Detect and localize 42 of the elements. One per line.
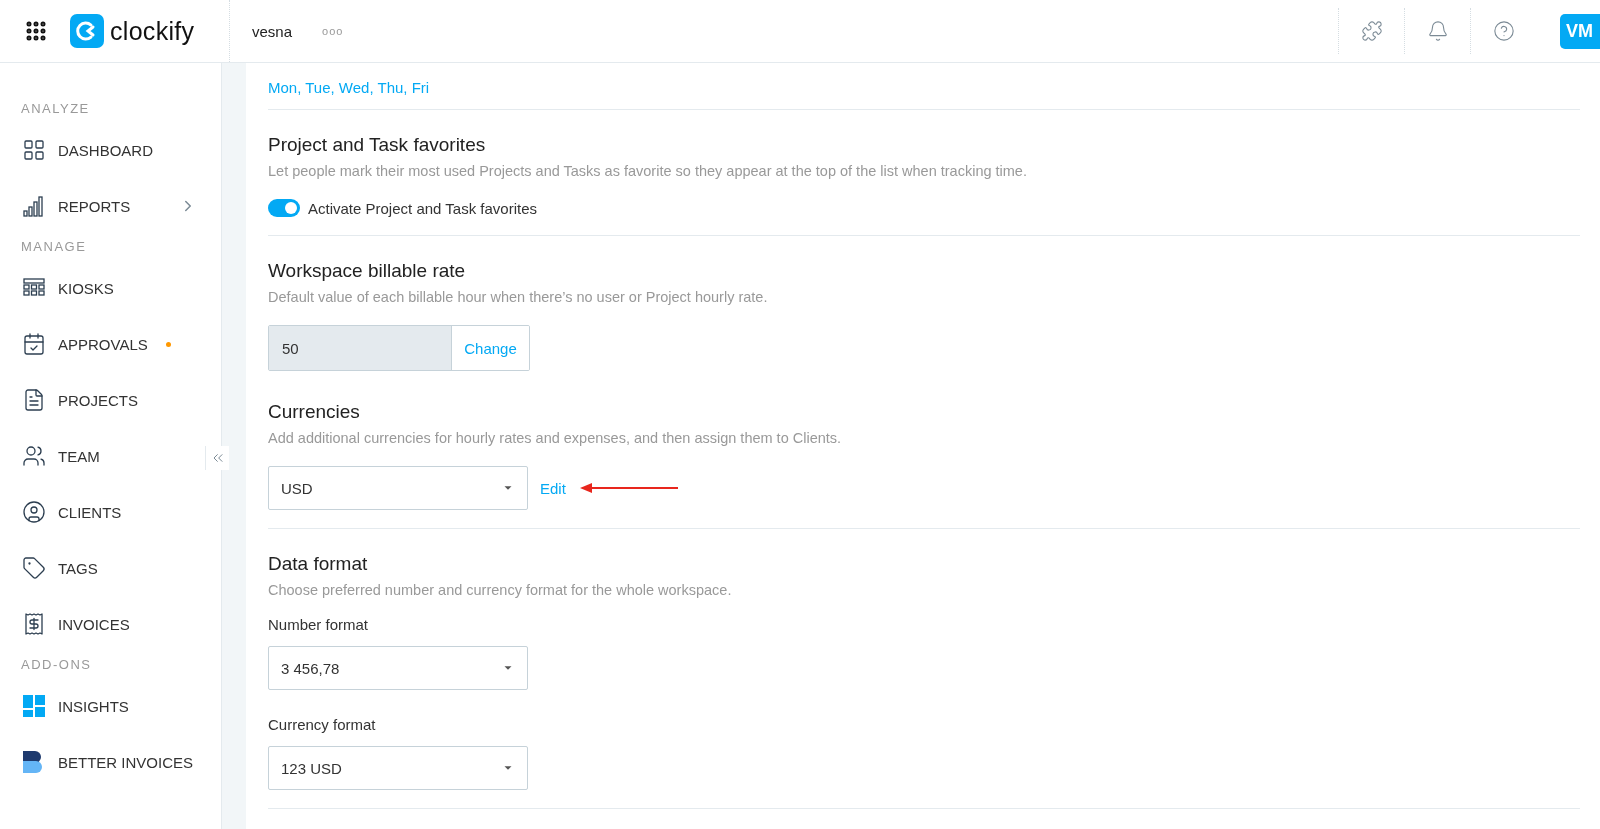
- insights-icon: [22, 694, 46, 718]
- section-title: Project and Task favorites: [268, 134, 487, 156]
- sidebar-item[interactable]: KIOSKS: [0, 260, 221, 316]
- sidebar-item[interactable]: APPROVALS: [0, 316, 221, 372]
- people-icon: [22, 444, 46, 468]
- sidebar-section-title: ANALYZE: [20, 100, 91, 118]
- sidebar-item[interactable]: DASHBOARD: [0, 122, 221, 178]
- sidebar-item[interactable]: CLIENTS: [0, 484, 221, 540]
- grid-icon: [22, 138, 46, 162]
- section-description: Choose preferred number and currency format for the whole workspace.: [268, 582, 733, 598]
- favorites-toggle[interactable]: [268, 199, 300, 217]
- field-label: Currency format: [268, 716, 377, 733]
- section-title: Currencies: [268, 401, 361, 423]
- user-circle-icon: [22, 500, 46, 524]
- section-title: Data format: [268, 553, 369, 575]
- section-description: Default value of each billable hour when there’s no user or Project hourly rate.: [268, 289, 769, 305]
- invoice-icon: [22, 612, 46, 636]
- apps-menu-icon[interactable]: [24, 19, 48, 43]
- document-icon: [22, 388, 46, 412]
- currency-format-select[interactable]: 123 USD: [268, 746, 528, 790]
- tag-icon: [22, 556, 46, 580]
- sidebar-item[interactable]: BETTER INVOICES: [0, 734, 221, 790]
- section-title: Workspace billable rate: [268, 260, 467, 282]
- logo-icon: [70, 14, 104, 48]
- sidebar-item[interactable]: INSIGHTS: [0, 678, 221, 734]
- logo-text: clockify: [110, 16, 195, 46]
- workspace-name[interactable]: vesna: [252, 22, 293, 40]
- sidebar-item[interactable]: PROJECTS: [0, 372, 221, 428]
- sidebar-section-title: MANAGE: [20, 238, 88, 256]
- calendar-check-icon: [22, 332, 46, 356]
- sidebar-section-title: ADD-ONS: [20, 656, 93, 674]
- section-description: Add additional currencies for hourly rates and expenses, and then assign them to Clients.: [268, 430, 843, 446]
- sidebar-item[interactable]: REPORTS: [0, 178, 221, 234]
- sidebar-item[interactable]: INVOICES: [0, 596, 221, 652]
- sidebar-item[interactable]: TEAM: [0, 428, 221, 484]
- currency-select[interactable]: USD: [268, 466, 528, 510]
- number-format-select[interactable]: 3 456,78: [268, 646, 528, 690]
- toggle-label: Activate Project and Task favorites: [308, 199, 537, 217]
- field-label: Number format: [268, 616, 370, 633]
- bar-chart-icon: [22, 194, 46, 218]
- section-description: Let people mark their most used Projects and Tasks as favorite so they appear at the top of the list when tracking time.: [268, 163, 1028, 179]
- sidebar-item[interactable]: TAGS: [0, 540, 221, 596]
